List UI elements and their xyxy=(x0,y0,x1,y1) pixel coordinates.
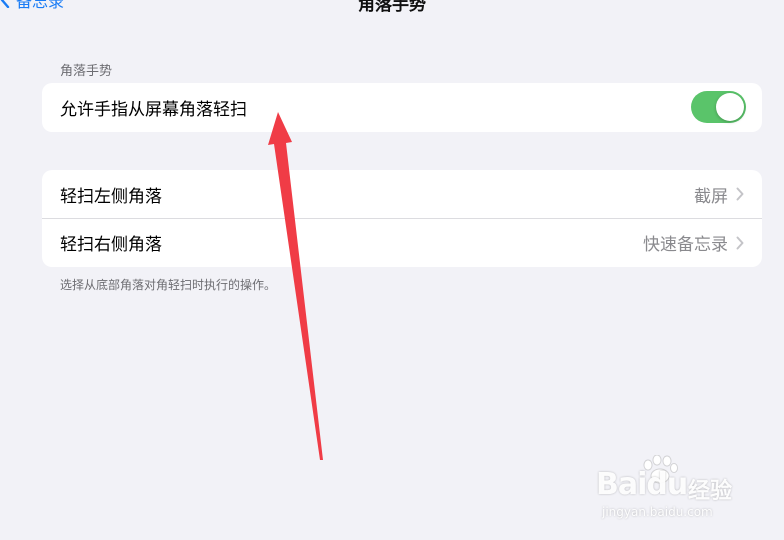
chevron-right-icon xyxy=(736,236,744,249)
section-header: 角落手势 xyxy=(60,64,113,79)
watermark-url: jingyan.baidu.com xyxy=(602,505,713,519)
swipe-left-corner-row[interactable]: 轻扫左侧角落 截屏 xyxy=(42,170,762,218)
allow-corner-swipe-label: 允许手指从屏幕角落轻扫 xyxy=(60,99,247,120)
toggle-knob xyxy=(716,93,744,121)
baidu-jingyan-watermark: Baidu 经验 jingyan.baidu.com xyxy=(596,455,746,525)
watermark-logo: Baidu xyxy=(596,467,688,502)
watermark-text: 经验 xyxy=(688,479,733,504)
swipe-right-corner-label: 轻扫右侧角落 xyxy=(60,235,162,255)
page-title: 角落手势 xyxy=(358,0,426,15)
corner-actions-group: 轻扫左侧角落 截屏 轻扫右侧角落 快速备忘录 xyxy=(42,170,762,267)
allow-corner-swipe-row: 允许手指从屏幕角落轻扫 xyxy=(42,83,762,131)
swipe-left-corner-value: 截屏 xyxy=(694,186,728,207)
navigation-bar: 备忘录 角落手势 xyxy=(0,0,784,15)
footer-note: 选择从底部角落对角轻扫时执行的操作。 xyxy=(60,278,277,292)
swipe-right-corner-row[interactable]: 轻扫右侧角落 快速备忘录 xyxy=(42,218,762,266)
swipe-right-corner-value: 快速备忘录 xyxy=(643,235,728,255)
allow-corner-swipe-toggle[interactable] xyxy=(691,91,746,123)
gesture-settings-group: 允许手指从屏幕角落轻扫 xyxy=(42,83,762,132)
chevron-right-icon xyxy=(736,187,744,201)
swipe-left-corner-label: 轻扫左侧角落 xyxy=(60,186,162,207)
